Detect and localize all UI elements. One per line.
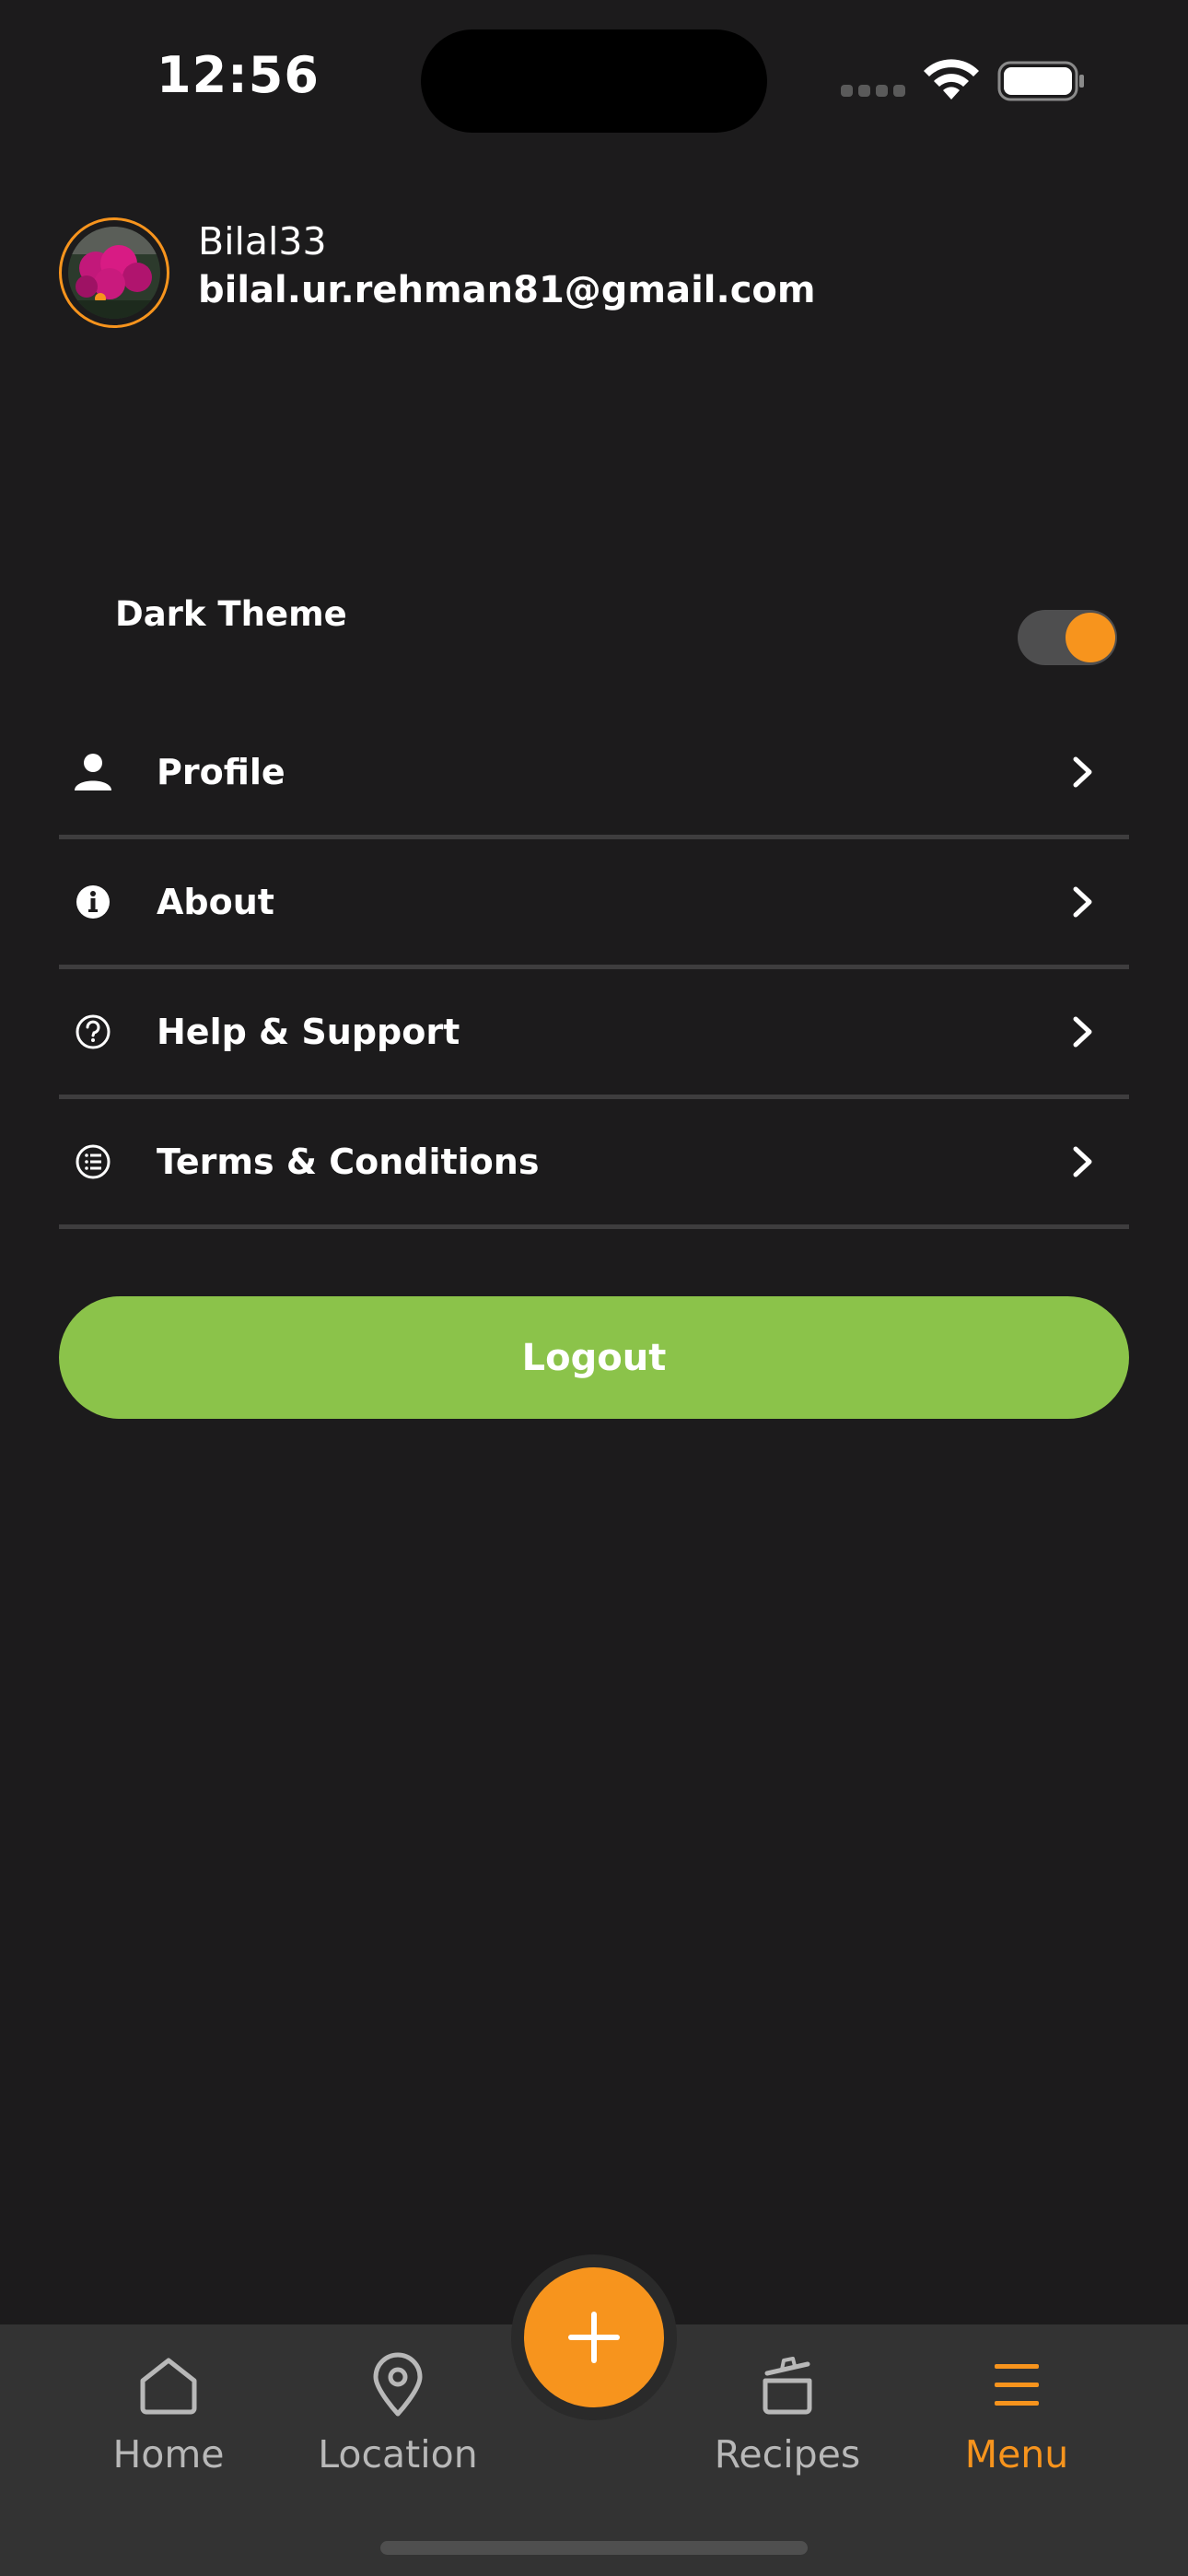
- help-icon: [76, 1014, 111, 1049]
- chevron-right-icon: [1073, 756, 1092, 788]
- nav-label-menu: Menu: [964, 2432, 1069, 2476]
- status-bar: 12:56: [0, 0, 1188, 166]
- plus-icon: [568, 2312, 620, 2363]
- add-button[interactable]: [524, 2267, 664, 2407]
- menu-label-help-support: Help & Support: [157, 1012, 460, 1052]
- person-icon: [75, 754, 111, 790]
- profile-email: bilal.ur.rehman81@gmail.com: [198, 269, 816, 311]
- avatar[interactable]: [59, 217, 169, 328]
- nav-item-recipes[interactable]: Recipes: [686, 2348, 889, 2486]
- menu-item-about[interactable]: About: [59, 839, 1129, 969]
- avatar-photo: [68, 227, 160, 319]
- nav-item-location[interactable]: Location: [297, 2348, 499, 2486]
- nav-item-home[interactable]: Home: [67, 2348, 270, 2486]
- nav-label-location: Location: [318, 2432, 478, 2476]
- toggle-knob: [1066, 613, 1115, 662]
- menu-label-terms-conditions: Terms & Conditions: [157, 1142, 540, 1182]
- cellular-signal-icon: [841, 85, 905, 98]
- nav-item-menu[interactable]: Menu: [915, 2348, 1118, 2486]
- menu-item-terms-conditions[interactable]: Terms & Conditions: [59, 1099, 1129, 1229]
- menu-label-about: About: [157, 882, 274, 922]
- status-time: 12:56: [157, 46, 320, 104]
- dynamic-island: [421, 29, 767, 133]
- logout-button[interactable]: Logout: [59, 1296, 1129, 1419]
- home-indicator: [380, 2541, 808, 2555]
- chevron-right-icon: [1073, 886, 1092, 918]
- battery-icon: [997, 61, 1084, 101]
- menu-item-help-support[interactable]: Help & Support: [59, 969, 1129, 1099]
- cooking-pot-icon: [763, 2357, 812, 2415]
- menu-icon: [995, 2364, 1039, 2406]
- chevron-right-icon: [1073, 1146, 1092, 1177]
- dark-theme-label: Dark Theme: [115, 594, 347, 634]
- location-pin-icon: [373, 2352, 423, 2417]
- menu-label-profile: Profile: [157, 752, 285, 792]
- menu-item-profile[interactable]: Profile: [59, 709, 1129, 839]
- info-icon: [76, 885, 110, 919]
- home-icon: [140, 2358, 197, 2415]
- nav-label-recipes: Recipes: [714, 2432, 861, 2476]
- chevron-right-icon: [1073, 1016, 1092, 1048]
- wifi-icon: [924, 59, 979, 100]
- profile-username: Bilal33: [198, 219, 327, 263]
- dark-theme-toggle[interactable]: [1018, 610, 1117, 665]
- list-icon: [76, 1144, 111, 1179]
- nav-label-home: Home: [112, 2432, 225, 2476]
